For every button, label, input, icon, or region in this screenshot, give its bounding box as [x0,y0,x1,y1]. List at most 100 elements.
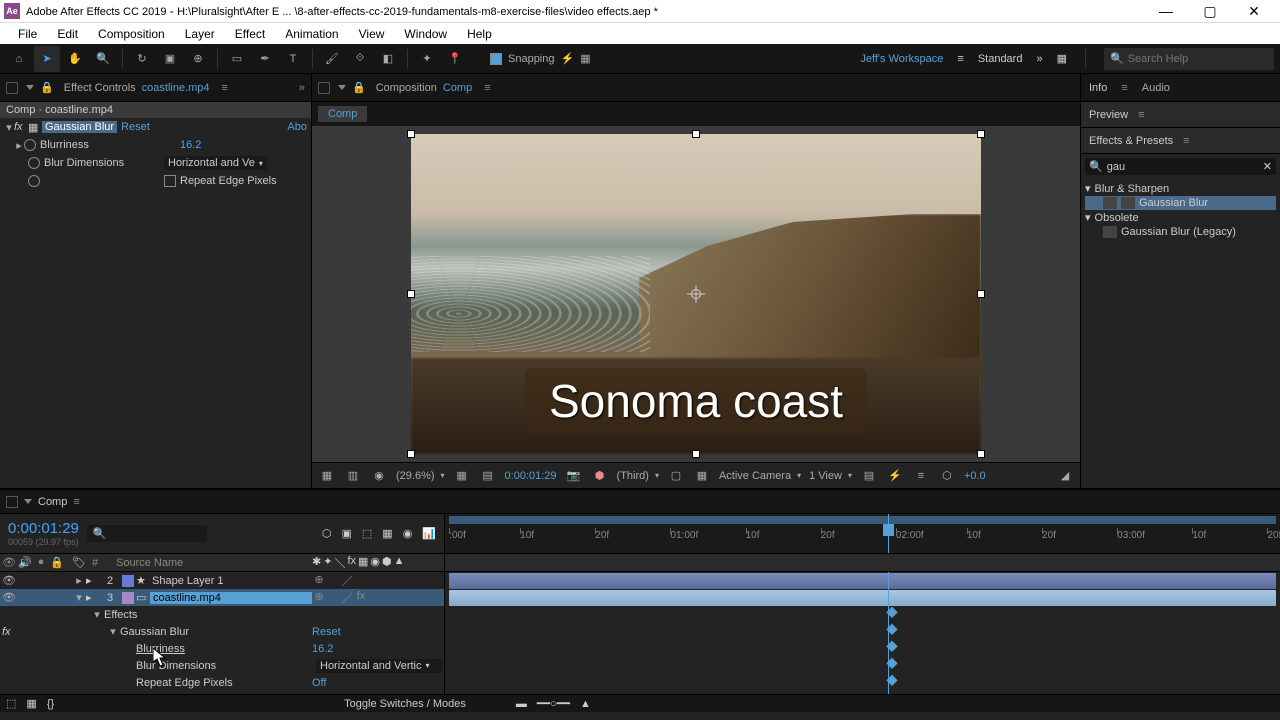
mask-icon[interactable]: ◉ [370,467,388,485]
minimize-button[interactable]: — [1144,0,1188,22]
layer-twisty[interactable]: ▸ [72,574,86,587]
home-tool[interactable]: ⌂ [6,46,32,72]
visibility-toggle[interactable]: 👁 [2,591,16,604]
source-name-header[interactable]: Source Name [112,557,312,569]
transform-handle[interactable] [692,450,700,458]
switch-col-icon[interactable]: ✦ [323,555,332,571]
selection-tool[interactable]: ➤ [34,46,60,72]
eraser-tool[interactable]: ◧ [375,46,401,72]
layer-name[interactable]: coastline.mp4 [150,592,312,604]
layer-color-label[interactable] [122,592,134,604]
panel-layer-link[interactable]: coastline.mp4 [142,82,210,94]
graph-editor-icon[interactable]: 📊 [422,527,436,540]
reset-link[interactable]: Reset [312,626,442,638]
transform-handle[interactable] [692,130,700,138]
repeat-value[interactable]: Off [312,677,442,689]
layout-chevron-icon[interactable]: » [1036,53,1042,65]
layout-label[interactable]: Standard [978,53,1023,65]
blur-dim-dropdown[interactable]: Horizontal and Vertic ▾ [316,659,442,673]
fast-preview-icon[interactable]: ⚡ [886,467,904,485]
fx-badge-icon[interactable]: fx [14,121,28,133]
toggle-switches-modes[interactable]: Toggle Switches / Modes [344,698,466,710]
prop-row[interactable]: Blurriness16.2 [0,640,444,657]
toggle-switches-icon[interactable]: ▦ [26,697,36,710]
panel-corner-icon[interactable]: ◢ [1056,467,1074,485]
exposure-value[interactable]: +0.0 [964,470,986,482]
pen-tool[interactable]: ✒ [252,46,278,72]
switch-col-icon[interactable]: ✱ [312,555,321,571]
menu-view[interactable]: View [349,25,395,43]
panel-hamburger-icon[interactable]: ≡ [484,82,490,94]
puppet-tool[interactable]: 📍 [442,46,468,72]
menu-animation[interactable]: Animation [275,25,348,43]
transform-handle[interactable] [977,130,985,138]
dimensions-dropdown[interactable]: Horizontal and Ve▾ [164,156,267,170]
toggle-switches-icon[interactable]: ⬚ [6,697,16,710]
zoom-tool[interactable]: 🔍 [90,46,116,72]
layer-tag-icon[interactable]: ▸ [86,574,100,587]
menu-edit[interactable]: Edit [47,25,88,43]
snapping-checkbox[interactable] [490,53,502,65]
pan-behind-tool[interactable]: ⊕ [185,46,211,72]
workspace-label[interactable]: Jeff's Workspace [860,53,943,65]
clone-tool[interactable]: ⟐ [347,46,373,72]
menu-composition[interactable]: Composition [88,25,175,43]
channel-icon[interactable]: ▤ [479,467,497,485]
audio-col-icon[interactable]: 🔊 [18,556,32,569]
layer-name[interactable]: Shape Layer 1 [150,575,312,587]
switch-col-icon[interactable]: fx [347,555,356,571]
transform-handle[interactable] [407,290,415,298]
camera-dropdown[interactable]: Active Camera [719,470,801,482]
composition-viewer[interactable]: Sonoma coast [411,134,981,454]
effect-name[interactable]: Gaussian Blur [42,121,117,133]
comp-tab[interactable]: Comp [318,106,367,122]
effects-search-input[interactable]: 🔍 ✕ [1085,158,1276,175]
reset-link[interactable]: Reset [121,121,150,133]
effect-preset-icon[interactable]: ▦ [28,121,42,134]
layer-bar-video[interactable] [449,590,1276,606]
compositing-options[interactable]: Compositing Options [136,694,238,695]
prop-row[interactable]: Blur DimensionsHorizontal and Vertic ▾ [0,657,444,674]
panel-close-icon[interactable] [6,496,18,508]
switch-col-icon[interactable]: ▲ [394,555,405,571]
toggle-switches-icon[interactable]: {} [47,698,54,710]
transform-handle[interactable] [977,450,985,458]
safe-zones-icon[interactable]: ▦ [453,467,471,485]
lock-icon[interactable]: 🔒 [40,81,54,94]
switch-col-icon[interactable]: ▦ [358,555,368,571]
label-col-icon[interactable]: 🏷 [72,556,92,569]
switch-col-icon[interactable]: ＼ [334,555,345,571]
panel-hamburger-icon[interactable]: ≡ [222,82,228,94]
text-tool[interactable]: T [280,46,306,72]
snap-option-icon[interactable]: ⚡ [561,52,575,65]
frame-blend-icon[interactable]: ▦ [382,527,392,540]
blurriness-value[interactable]: 16.2 [180,139,201,151]
resolution-dropdown[interactable]: (Third) [617,470,659,482]
blurriness-value[interactable]: 16.2 [312,643,442,655]
grid-icon[interactable]: ▥ [344,467,362,485]
timeline-comp-tab[interactable]: Comp [38,496,67,508]
current-time[interactable]: 0:00:01:29 [8,520,79,537]
comp-link[interactable]: Comp [443,82,472,94]
stopwatch-icon[interactable] [28,157,40,169]
zoom-in-icon[interactable]: ▲ [580,698,591,710]
comp-mini-flowchart-icon[interactable]: ⬡ [322,527,332,540]
views-dropdown[interactable]: 1 View [809,470,852,482]
switch-col-icon[interactable]: ◉ [370,555,380,571]
stopwatch-icon[interactable] [24,139,36,151]
brush-tool[interactable]: 🖌 [319,46,345,72]
panel-menu-icon[interactable] [24,499,32,504]
workspace-menu-icon[interactable]: ≡ [957,53,963,65]
timeline-layer-row[interactable]: 👁▾▸3▭coastline.mp4⊕／fx [0,589,444,606]
comp-opts-row[interactable]: ▸Compositing Options+ − [0,691,444,694]
panel-menu-icon[interactable] [338,85,346,90]
roi-icon[interactable]: ▢ [667,467,685,485]
video-col-icon[interactable]: 👁 [2,556,16,569]
preset-gaussian-blur[interactable]: Gaussian Blur [1085,196,1276,210]
visibility-toggle[interactable]: 👁 [2,574,16,587]
close-button[interactable]: ✕ [1232,0,1276,22]
menu-help[interactable]: Help [457,25,502,43]
layer-tag-icon[interactable]: ▸ [86,591,100,604]
layer-search[interactable]: 🔍 [87,525,207,542]
panel-hamburger-icon[interactable]: ≡ [1121,82,1127,94]
